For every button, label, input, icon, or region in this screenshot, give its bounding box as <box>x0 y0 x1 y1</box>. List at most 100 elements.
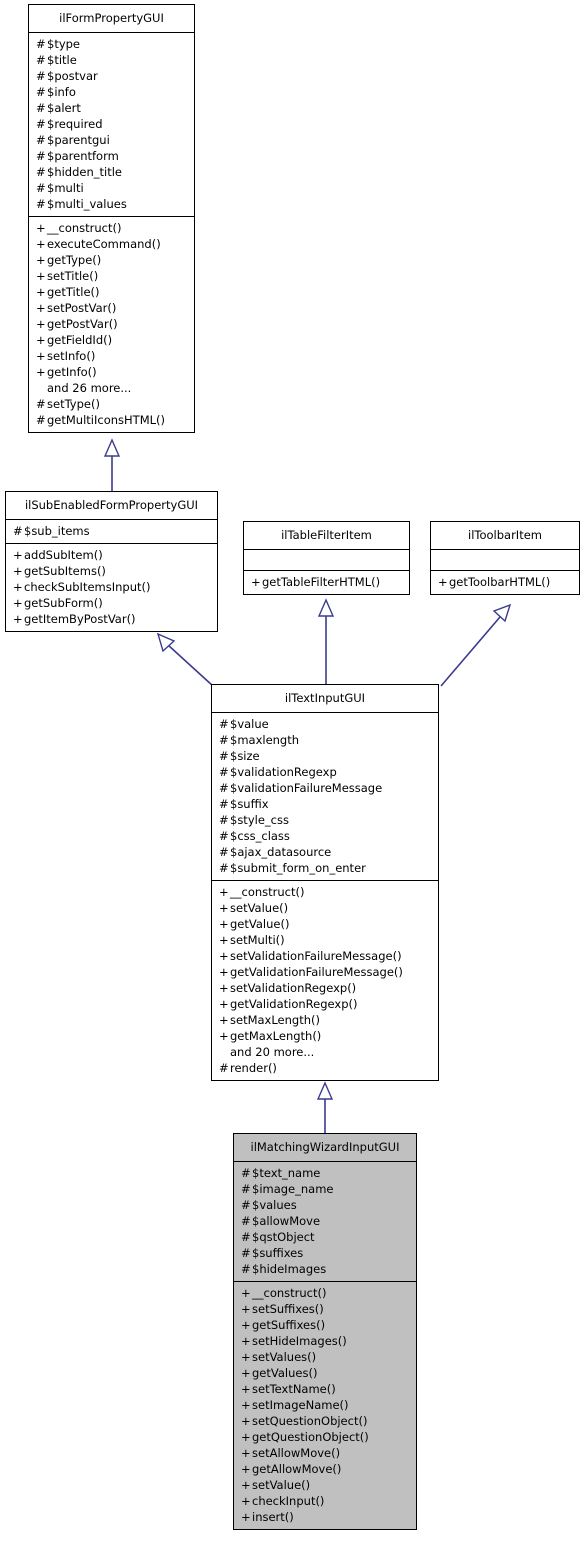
method-label: setMaxLength() <box>230 1013 320 1027</box>
edge-textinput-to-subenabled <box>167 644 214 687</box>
method-visibility: + <box>241 1494 251 1508</box>
method-row: +executeCommand() <box>29 236 194 252</box>
method-row: +setQuestionObject() <box>234 1413 416 1429</box>
attribute-row: #$allowMove <box>234 1213 416 1229</box>
attribute-visibility: # <box>36 181 46 195</box>
attributes-compartment-iltablefilteritem <box>244 549 409 570</box>
method-visibility: + <box>36 253 46 267</box>
attribute-label: $qstObject <box>252 1230 315 1244</box>
methods-compartment-iltextinputgui: +__construct() +setValue() +getValue() +set… <box>212 880 438 1080</box>
attribute-visibility: # <box>36 101 46 115</box>
class-title-compartment: ilSubEnabledFormPropertyGUI <box>6 492 217 519</box>
method-visibility: + <box>241 1414 251 1428</box>
attribute-row: #$postvar <box>29 68 194 84</box>
method-label: setQuestionObject() <box>252 1414 368 1428</box>
attribute-row: #$title <box>29 52 194 68</box>
class-box-iltextinputgui[interactable]: ilTextInputGUI #$value #$maxlength #$size #… <box>211 684 439 1081</box>
method-row: +addSubItem() <box>6 547 217 563</box>
method-row: +setPostVar() <box>29 300 194 316</box>
class-box-ilmatchingwizardinputgui[interactable]: ilMatchingWizardInputGUI #$text_name #$im… <box>233 1133 417 1530</box>
attribute-row: #$sub_items <box>6 523 217 539</box>
class-box-ilsubenabledformpropertygui[interactable]: ilSubEnabledFormPropertyGUI #$sub_items … <box>5 491 218 632</box>
method-row: +setValidationFailureMessage() <box>212 948 438 964</box>
method-row: +setSuffixes() <box>234 1301 416 1317</box>
class-box-iltablefilteritem[interactable]: ilTableFilterItem +getTableFilterHTML() <box>243 521 410 595</box>
method-visibility: + <box>36 333 46 347</box>
method-visibility: + <box>241 1366 251 1380</box>
method-label: getFieldId() <box>47 333 113 347</box>
arrowhead-textinput-to-tablefilter <box>317 598 335 617</box>
class-box-ilformpropertygui[interactable]: ilFormPropertyGUI #$type #$title #$postvar… <box>28 4 195 433</box>
class-name-ilsubenabledformpropertygui: ilSubEnabledFormPropertyGUI <box>24 498 199 512</box>
attribute-label: $multi <box>47 181 84 195</box>
method-label: setHideImages() <box>252 1334 347 1348</box>
attribute-label: $suffixes <box>252 1246 304 1260</box>
method-row: +checkInput() <box>234 1493 416 1509</box>
attribute-label: $info <box>47 85 76 99</box>
method-visibility: + <box>241 1446 251 1460</box>
attribute-visibility: # <box>219 733 229 747</box>
attribute-row: #$alert <box>29 100 194 116</box>
methods-compartment-iltoolbaritem: +getToolbarHTML() <box>431 570 579 594</box>
method-label: setSuffixes() <box>252 1302 324 1316</box>
method-visibility: + <box>219 917 229 931</box>
method-visibility: + <box>219 1013 229 1027</box>
method-label: addSubItem() <box>24 548 103 562</box>
attribute-label: $multi_values <box>47 197 127 211</box>
edge-textinput-to-toolbaritem <box>440 616 501 687</box>
method-row: +__construct() <box>212 884 438 900</box>
attribute-visibility: # <box>219 749 229 763</box>
attribute-row: #$ajax_datasource <box>212 844 438 860</box>
attribute-label: $postvar <box>47 69 98 83</box>
attribute-row: #$multi <box>29 180 194 196</box>
attribute-visibility: # <box>36 165 46 179</box>
method-visibility: + <box>241 1318 251 1332</box>
class-title-compartment: ilMatchingWizardInputGUI <box>234 1134 416 1161</box>
method-row: +__construct() <box>29 220 194 236</box>
method-row: +getSuffixes() <box>234 1317 416 1333</box>
method-label: getSubForm() <box>24 596 103 610</box>
method-visibility: + <box>241 1302 251 1316</box>
attribute-row: #$image_name <box>234 1181 416 1197</box>
attribute-row: #$text_name <box>234 1165 416 1181</box>
attribute-row: #$qstObject <box>234 1229 416 1245</box>
method-row: +getSubForm() <box>6 595 217 611</box>
attributes-compartment-ilformpropertygui: #$type #$title #$postvar #$info #$alert #$req… <box>29 32 194 216</box>
method-visibility: + <box>13 612 23 626</box>
attribute-label: $style_css <box>230 813 289 827</box>
attribute-label: $alert <box>47 101 81 115</box>
attribute-visibility: # <box>241 1246 251 1260</box>
method-label: checkSubItemsInput() <box>24 580 151 594</box>
method-visibility: + <box>241 1510 251 1524</box>
attribute-visibility: # <box>219 845 229 859</box>
method-visibility: + <box>36 301 46 315</box>
class-name-ilmatchingwizardinputgui: ilMatchingWizardInputGUI <box>250 1140 400 1154</box>
uml-inheritance-diagram: ilFormPropertyGUI #$type #$title #$postvar… <box>0 0 584 1541</box>
method-label: getValue() <box>230 917 290 931</box>
attribute-visibility: # <box>36 149 46 163</box>
method-row: +setValue() <box>234 1477 416 1493</box>
method-label: __construct() <box>252 1286 327 1300</box>
method-row: +setImageName() <box>234 1397 416 1413</box>
method-row: +getToolbarHTML() <box>431 574 579 590</box>
attribute-visibility: # <box>36 117 46 131</box>
method-row: +getQuestionObject() <box>234 1429 416 1445</box>
attribute-visibility: # <box>241 1214 251 1228</box>
class-box-iltoolbaritem[interactable]: ilToolbarItem +getToolbarHTML() <box>430 521 580 595</box>
arrowhead-textinput-to-subenabled <box>156 632 176 653</box>
method-label: getTableFilterHTML() <box>262 575 381 589</box>
attribute-row: #$validationFailureMessage <box>212 780 438 796</box>
class-title-compartment: ilTextInputGUI <box>212 685 438 712</box>
method-visibility: + <box>251 575 261 589</box>
method-visibility: + <box>13 564 23 578</box>
method-row: +insert() <box>234 1509 416 1525</box>
method-row: +getTitle() <box>29 284 194 300</box>
method-row: +setTitle() <box>29 268 194 284</box>
attribute-label: $image_name <box>252 1182 334 1196</box>
attribute-label: $validationFailureMessage <box>230 781 383 795</box>
attribute-label: $parentgui <box>47 133 110 147</box>
method-label: setValidationRegexp() <box>230 981 357 995</box>
method-visibility: # <box>219 1061 229 1075</box>
method-visibility: + <box>36 237 46 251</box>
method-label: getTitle() <box>47 285 100 299</box>
